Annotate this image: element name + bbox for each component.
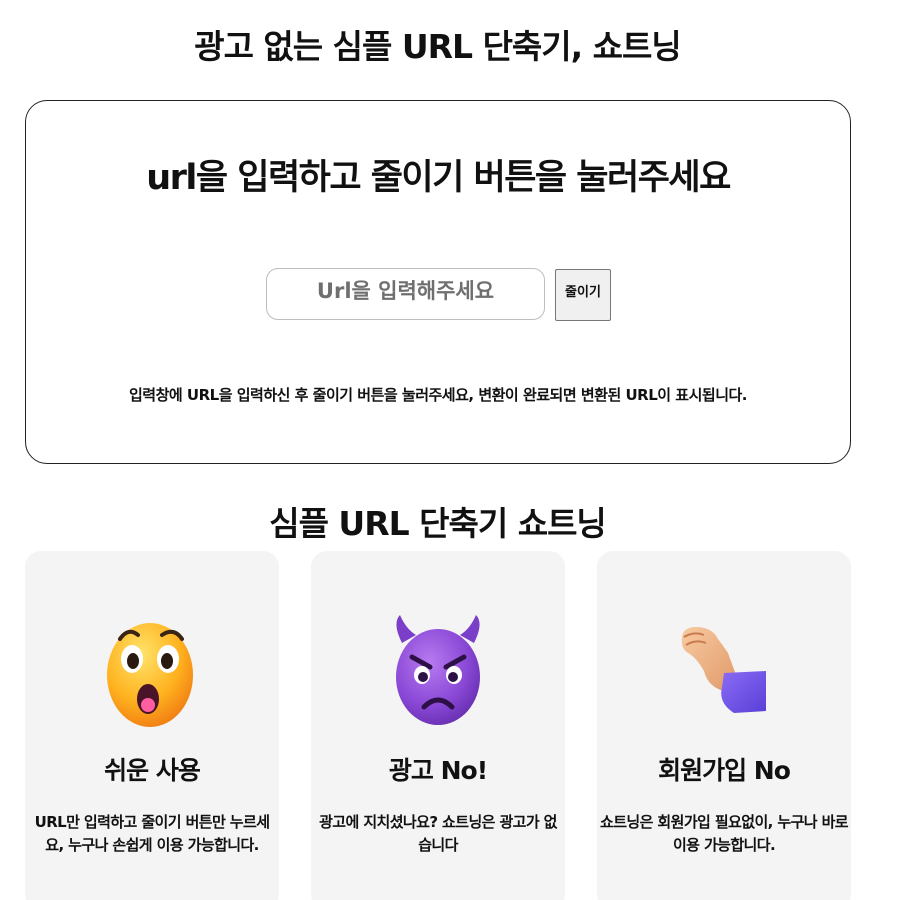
- astonished-face-icon: [107, 623, 193, 727]
- angry-devil-face-icon: [396, 615, 480, 725]
- feature-title: 쉬운 사용: [104, 756, 201, 785]
- feature-description: 쇼트닝은 회원가입 필요없이, 누구나 바로 이용 가능합니다.: [600, 813, 849, 854]
- feature-card-no-signup: 회원가입 No 쇼트닝은 회원가입 필요없이, 누구나 바로 이용 가능합니다.: [597, 551, 851, 900]
- features-section-title: 심플 URL 단축기 쇼트닝: [269, 504, 607, 543]
- raised-back-of-hand-icon: [681, 627, 766, 713]
- feature-description: URL만 입력하고 줄이기 버튼만 누르세요, 누구나 손쉽게 이용 가능합니다…: [34, 813, 270, 854]
- url-input[interactable]: [266, 268, 545, 320]
- feature-description: 광고에 지치셨나요? 쇼트닝은 광고가 없습니다: [319, 813, 557, 854]
- instructions-text: 입력창에 URL을 입력하신 후 줄이기 버튼을 눌러주세요, 변환이 완료되면…: [128, 386, 748, 404]
- feature-title: 광고 No!: [388, 756, 488, 785]
- feature-card-no-ads: 광고 No! 광고에 지치셨나요? 쇼트닝은 광고가 없습니다: [311, 551, 565, 900]
- feature-card-easy-use: 쉬운 사용 URL만 입력하고 줄이기 버튼만 누르세요, 누구나 손쉽게 이용…: [25, 551, 279, 900]
- shorten-button[interactable]: 줄이기: [555, 269, 611, 321]
- feature-title: 회원가입 No: [658, 756, 791, 785]
- card-heading: url을 입력하고 줄이기 버튼을 눌러주세요: [146, 158, 731, 198]
- page-title: 광고 없는 심플 URL 단축기, 쇼트닝: [194, 27, 682, 66]
- url-shortener-card: url을 입력하고 줄이기 버튼을 눌러주세요 줄이기 입력창에 URL을 입력…: [25, 100, 851, 464]
